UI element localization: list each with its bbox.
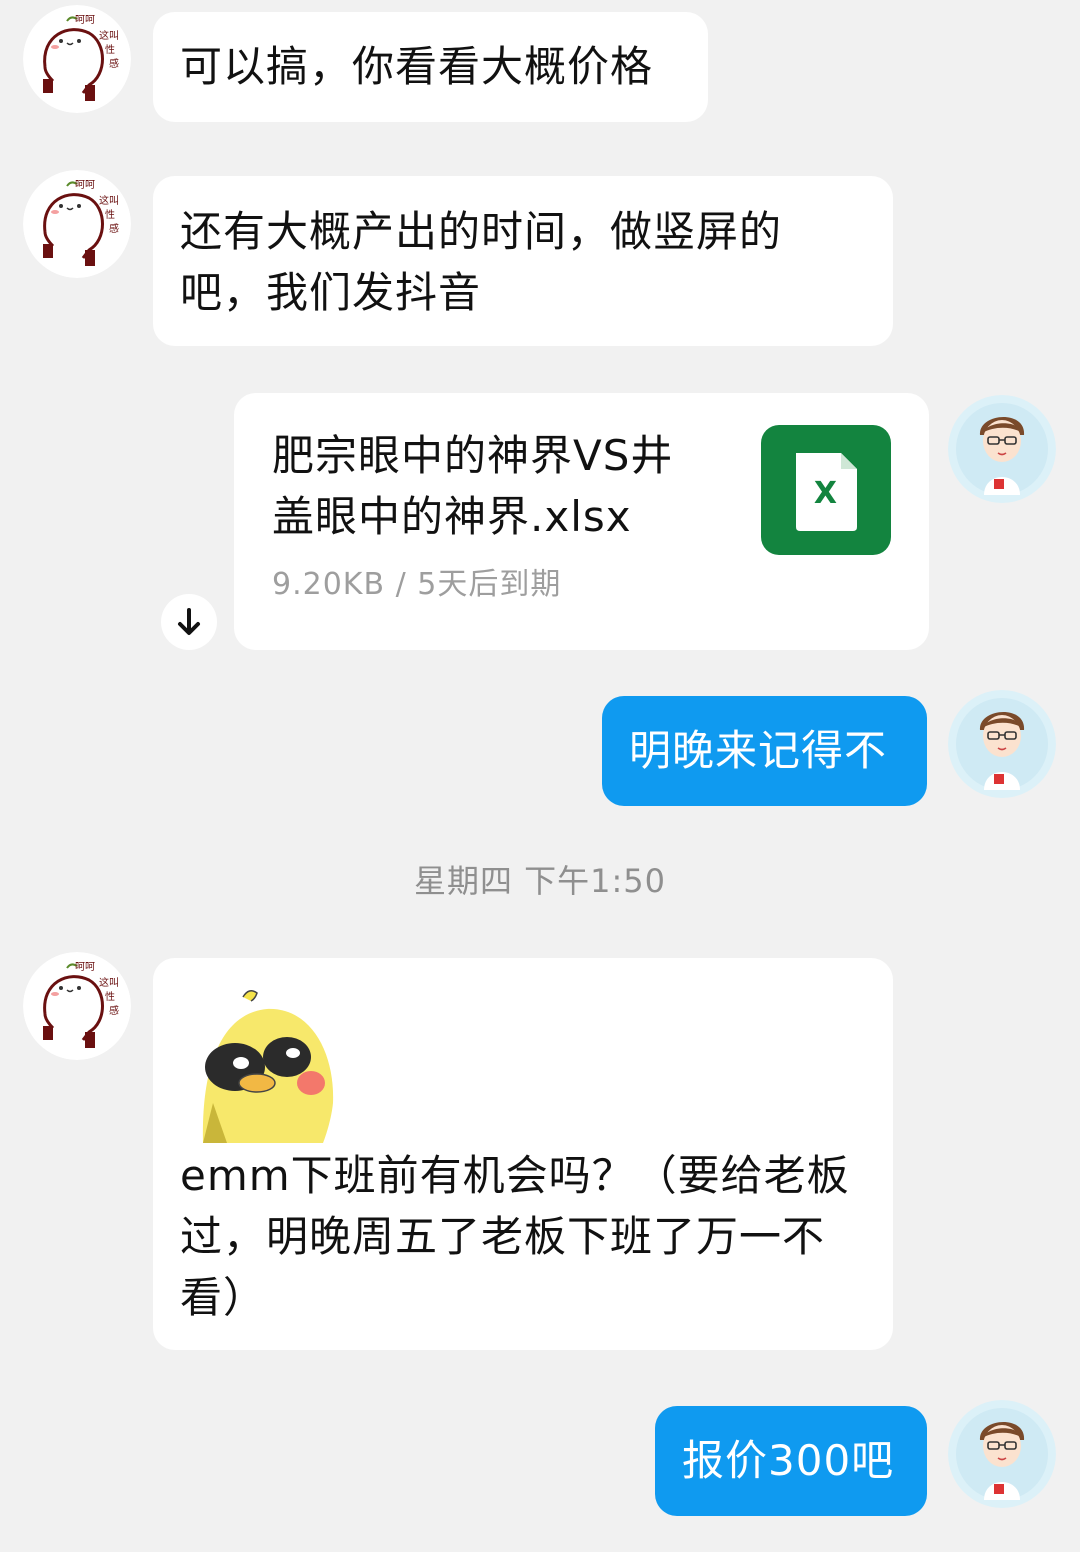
my-avatar[interactable]: [948, 690, 1056, 798]
my-avatar[interactable]: [948, 395, 1056, 503]
my-avatar-image: [948, 1400, 1056, 1508]
contact-avatar[interactable]: 呵呵 这叫 性 感: [23, 170, 131, 278]
my-avatar-image: [948, 690, 1056, 798]
message-bubble-incoming[interactable]: 可以搞，你看看大概价格: [153, 12, 708, 122]
message-text: 明晚来记得不: [629, 726, 888, 775]
message-text-block: emm下班前有机会吗？（要给老板 过，明晚周五了老板下班了万一不 看）: [180, 1145, 880, 1328]
svg-text:呵呵: 呵呵: [75, 962, 95, 973]
message-text-line: emm下班前有机会吗？（要给老板: [180, 1151, 850, 1200]
message-text-line: 还有大概产出的时间，做竖屏的: [180, 207, 783, 256]
svg-text:这叫: 这叫: [99, 194, 119, 207]
my-avatar[interactable]: [948, 1400, 1056, 1508]
contact-avatar[interactable]: 呵呵 这叫 性 感: [23, 5, 131, 113]
svg-text:感: 感: [109, 57, 119, 70]
message-bubble-incoming[interactable]: emm下班前有机会吗？（要给老板 过，明晚周五了老板下班了万一不 看）: [153, 958, 893, 1350]
svg-text:感: 感: [109, 222, 119, 235]
message-bubble-outgoing[interactable]: 报价300吧: [655, 1406, 927, 1516]
download-button[interactable]: [161, 594, 217, 650]
download-arrow-icon: [178, 608, 200, 635]
svg-text:呵呵: 呵呵: [75, 180, 95, 191]
file-size-expiry: 9.20KB / 5天后到期: [272, 567, 562, 602]
svg-text:性: 性: [105, 43, 115, 56]
file-message-card[interactable]: 肥宗眼中的神界VS井 盖眼中的神界.xlsx 9.20KB / 5天后到期 X: [234, 393, 929, 650]
duck-sticker-image: [183, 983, 343, 1143]
svg-text:性: 性: [105, 990, 115, 1003]
svg-text:性: 性: [105, 208, 115, 221]
file-name: 肥宗眼中的神界VS井 盖眼中的神界.xlsx: [272, 431, 674, 541]
message-text: 报价300吧: [682, 1436, 895, 1485]
message-text-line: 看）: [180, 1273, 267, 1322]
message-text-line: 过，明晚周五了老板下班了万一不: [180, 1212, 826, 1261]
contact-avatar[interactable]: 呵呵 这叫 性 感: [23, 952, 131, 1060]
chat-timestamp: 星期四 下午1:50: [413, 862, 667, 900]
svg-text:感: 感: [109, 1004, 119, 1017]
message-bubble-incoming[interactable]: 还有大概产出的时间，做竖屏的 吧，我们发抖音: [153, 176, 893, 346]
svg-text:这叫: 这叫: [99, 29, 119, 42]
contact-avatar-image: 呵呵 这叫 性 感: [23, 952, 131, 1060]
svg-text:X: X: [814, 476, 838, 511]
message-text-line: 吧，我们发抖音: [180, 268, 482, 317]
svg-text:这叫: 这叫: [99, 976, 119, 989]
contact-avatar-image: 呵呵 这叫 性 感: [23, 5, 131, 113]
message-text: 可以搞，你看看大概价格: [180, 42, 654, 91]
excel-file-icon: X: [761, 425, 891, 555]
message-bubble-outgoing[interactable]: 明晚来记得不: [602, 696, 927, 806]
contact-avatar-image: 呵呵 这叫 性 感: [23, 170, 131, 278]
my-avatar-image: [948, 395, 1056, 503]
avatar-caption-1: 呵呵: [75, 15, 95, 26]
